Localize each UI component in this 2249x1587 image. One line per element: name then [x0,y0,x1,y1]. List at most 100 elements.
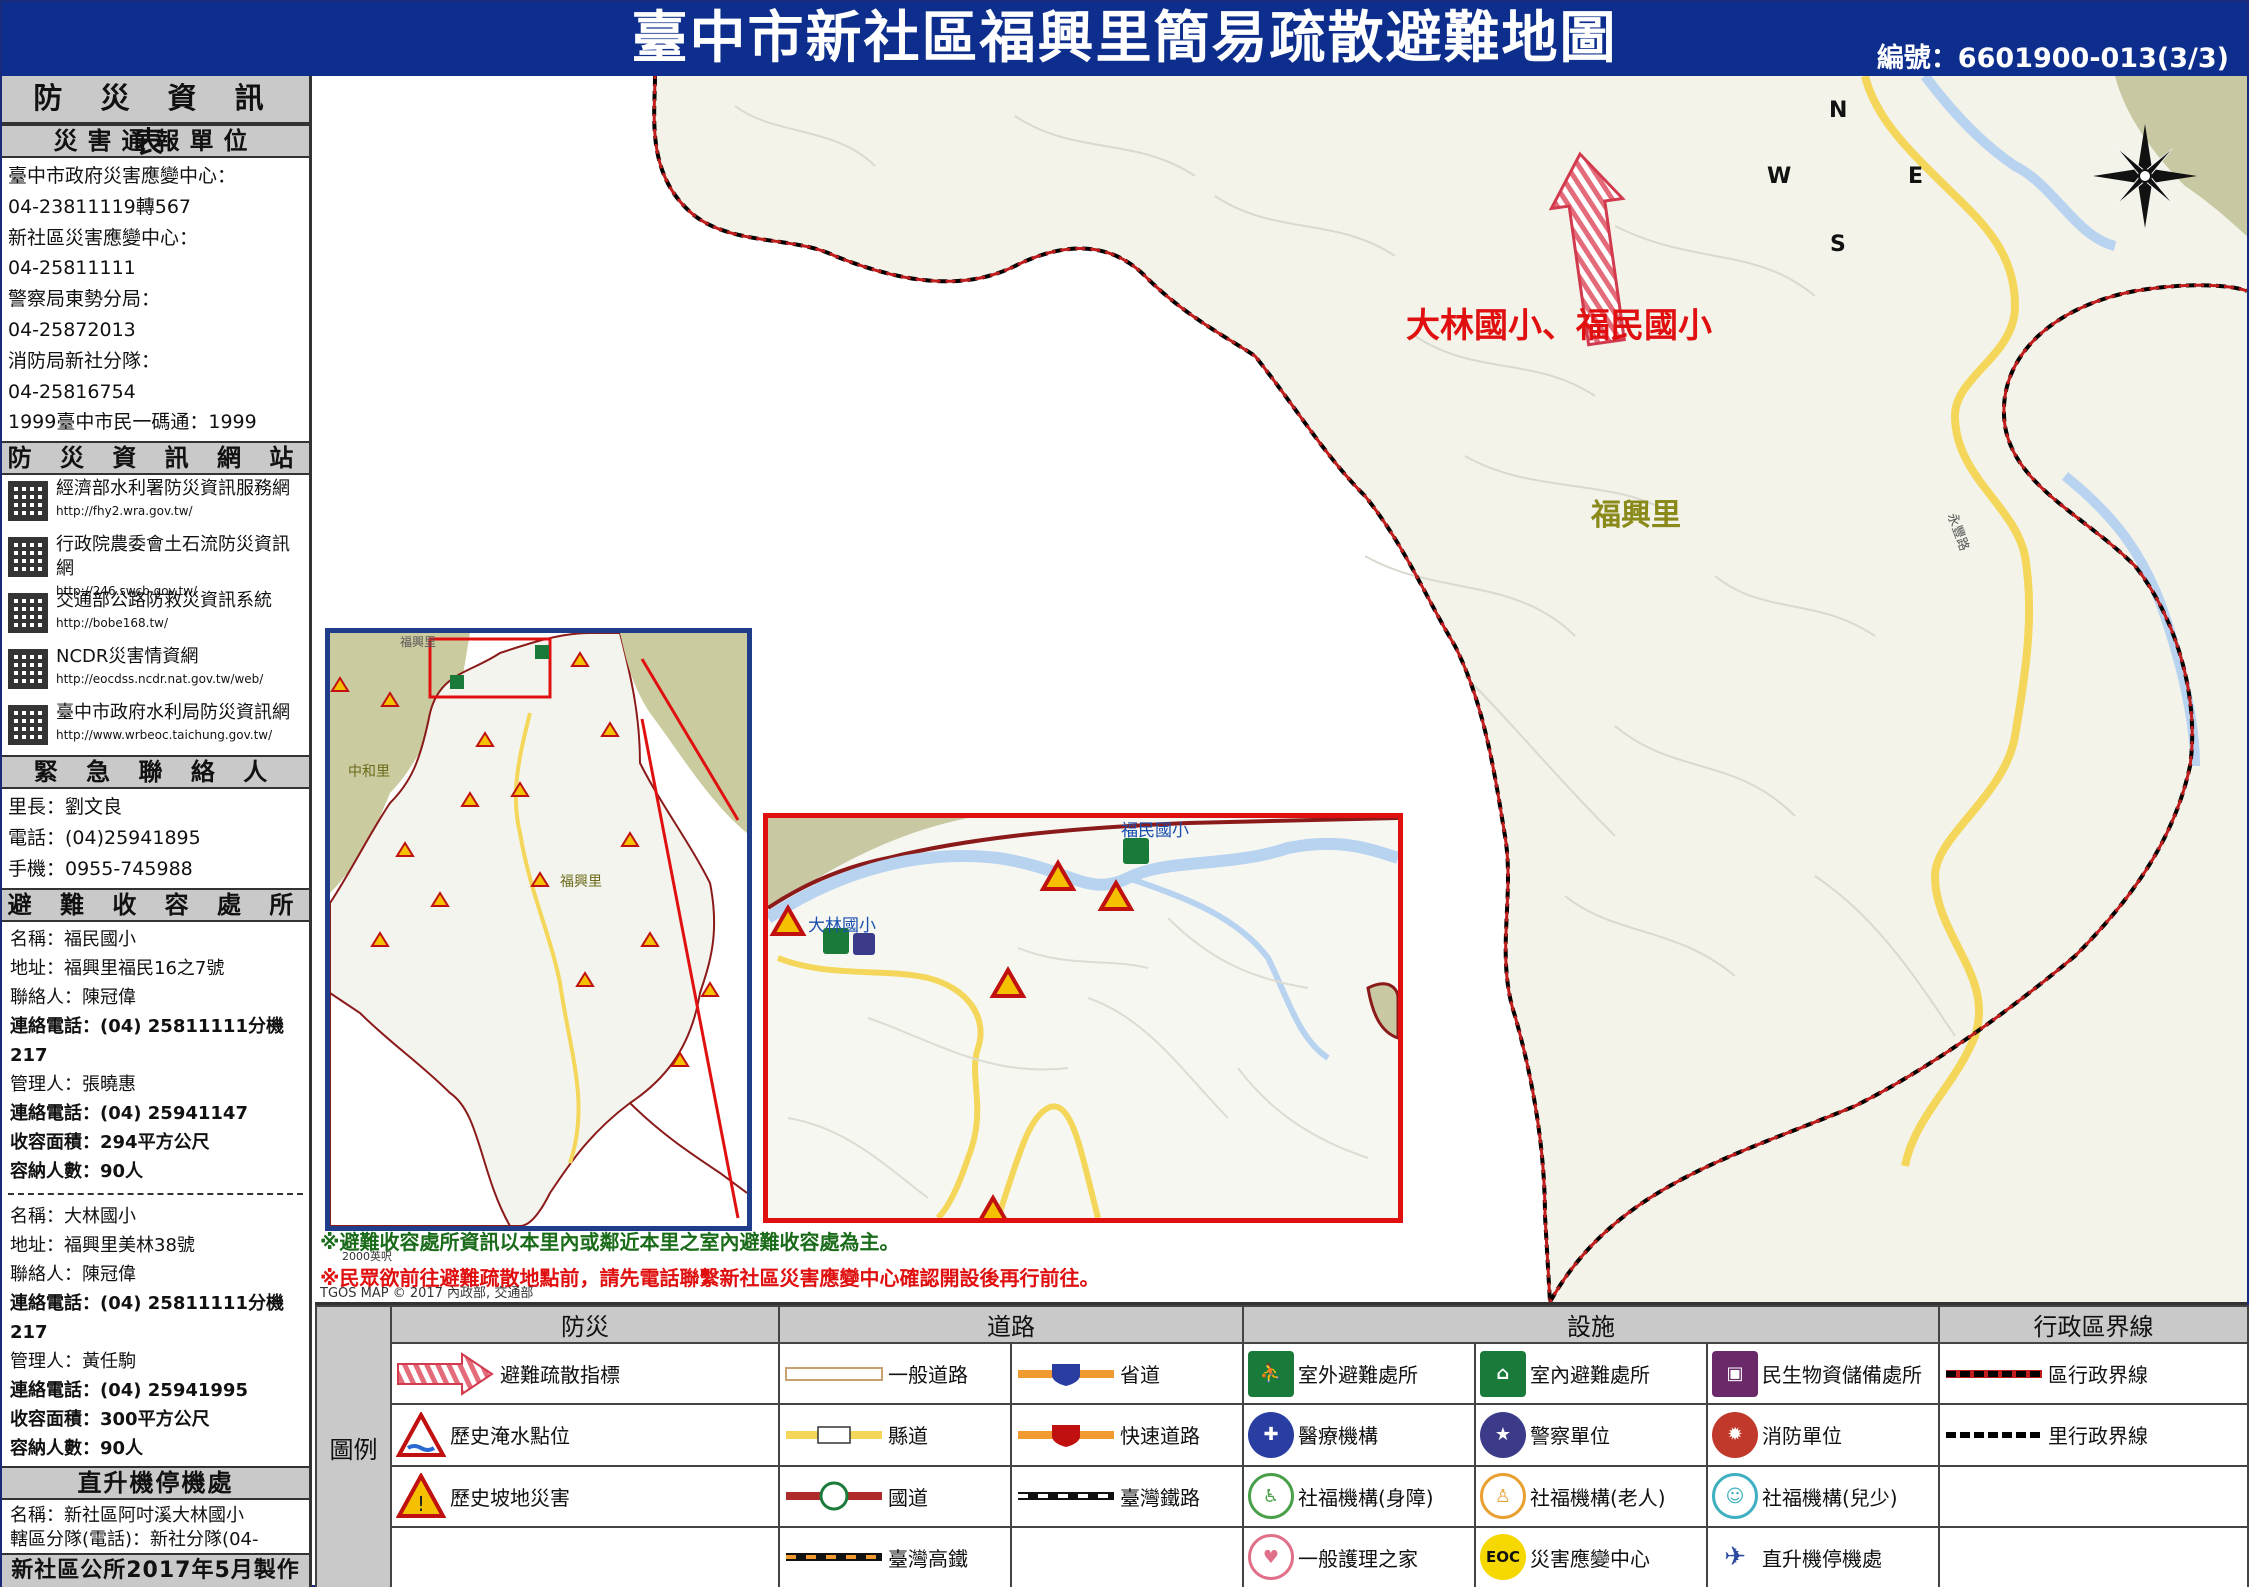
legend-helipad: ✈ 直升機停機處 [1712,1534,1934,1581]
legend-road-provincial: 省道 [1016,1359,1238,1388]
website-name: 交通部公路防救災資訊系統 [56,590,272,612]
zoom-dalin-label: 大林國小 [808,916,876,936]
landslide-icon [979,1193,1007,1218]
legend-hsr: 臺灣高鐵 [784,1543,1006,1572]
report-line: 消防局新社分隊： [8,349,161,372]
divider [8,1192,303,1195]
legend-evac-arrow: 避難疏散指標 [396,1351,774,1396]
legend-medical: ✚ 醫療機構 [1248,1411,1470,1458]
landslide-icon [1097,878,1135,911]
elderly-icon: ♙ [1480,1473,1526,1520]
zoom-fumin-label: 福民國小 [1121,821,1189,841]
village-label: 福興里 [1591,498,1681,533]
general-road-icon [785,1366,883,1381]
zoom-icons [769,838,1149,1218]
shelter-note: ※避難收容處所資訊以本里內或鄰近本里之室內避難收容處為主。 [320,1230,900,1254]
report-line: 04-25811111 [8,257,136,280]
website-item[interactable]: 行政院農委會土石流防災資訊網 http://246.swcb.gov.tw/ [2,531,309,598]
village-boundary-icon [1946,1431,2043,1438]
compass-south: S [1830,232,1846,257]
report-line: 04-25872013 [8,318,136,341]
legend-nursing-home: ♥ 一般護理之家 [1248,1534,1470,1581]
report-units-list: 臺中市政府災害應變中心： 04-23811119轉567 新社區災害應變中心： … [2,158,309,441]
website-item[interactable]: 經濟部水利署防災資訊服務網 http://fhy2.wra.gov.tw/ [2,475,309,531]
legend-road-general: 一般道路 [784,1359,1006,1388]
landslide-icon [769,903,807,936]
shelter-line: 連絡電話：(04) 25941995 [10,1379,248,1401]
inset-overview-map[interactable]: 福興里 中和里 福興里 [325,628,752,1231]
report-line: 04-23811119轉567 [8,195,192,218]
evacuation-arrow-icon [397,1351,494,1396]
indoor-shelter-icon: ⌂ [1480,1350,1526,1397]
website-item[interactable]: 交通部公路防救災資訊系統 http://bobe168.tw/ [2,587,309,643]
website-name: 經濟部水利署防災資訊服務網 [56,478,290,500]
website-item[interactable]: 臺中市政府水利局防災資訊網 http://www.wrbeoc.taichung.… [2,699,309,755]
map-sheet: 臺中市新社區福興里簡易疏散避難地圖 編號：6601900-013(3/3) 防 … [0,0,2249,1587]
report-line: 1999臺中市民一碼通：1999 [8,411,257,434]
shelter-line: 容納人數：90人 [10,1160,144,1182]
contact-line: 手機：0955-745988 [8,857,193,880]
legend-welfare-elderly: ♙ 社福機構(老人) [1480,1473,1702,1520]
legend-welfare-disabled: ♿ 社福機構(身障) [1248,1473,1470,1520]
railway-icon [1018,1492,1114,1501]
shelter-line: 地址：福興里福民16之7號 [10,957,225,979]
legend-header-roads: 道路 [778,1305,1244,1344]
website-url[interactable]: http://bobe168.tw/ [56,613,272,633]
helipad-line: 名稱：新社區阿吋溪大林國小 [10,1504,244,1526]
qr-code-icon [8,649,48,690]
shelter-line: 容納人數：90人 [10,1437,144,1459]
website-url[interactable]: http://fhy2.wra.gov.tw/ [56,501,290,521]
qr-code-icon [8,593,48,634]
legend-police: ★ 警察單位 [1480,1411,1702,1458]
emergency-contact-list: 里長：劉文良 電話：(04)25941895 手機：0955-745988 [2,789,309,887]
helipad-title: 直升機停機處 [2,1465,309,1500]
shelter-line: 名稱：福民國小 [10,928,136,950]
shelter-line: 名稱：大林國小 [10,1205,136,1227]
report-units-title: 災害通報單位 [2,124,309,158]
inset-village-north: 福興里 [400,635,437,649]
flood-point-icon [396,1411,446,1457]
nursing-home-icon: ♥ [1248,1534,1294,1581]
inset-graphics [330,633,747,1226]
website-url[interactable]: http://eocdss.ncdr.nat.gov.tw/web/ [56,669,263,689]
shelter-marker [535,645,549,659]
legend-road-national: 國道 [784,1481,1006,1511]
police-marker [853,933,875,955]
district-boundary-icon [1946,1369,2043,1378]
landslide-icon [989,965,1027,998]
inset-fuxing-label: 福興里 [560,874,602,890]
website-name: NCDR災害情資網 [56,646,199,668]
website-name: 行政院農委會土石流防災資訊網 [56,534,290,580]
report-line: 臺中市政府災害應變中心： [8,165,237,187]
legend-district-boundary: 區行政界線 [1944,1359,2243,1388]
landslide-icon: ! [396,1473,446,1519]
fire-station-icon: ✹ [1712,1411,1758,1458]
wheelchair-icon: ♿ [1248,1473,1294,1520]
title-bar: 臺中市新社區福興里簡易疏散避難地圖 編號：6601900-013(3/3) [2,2,2247,76]
compass-east: E [1908,164,1924,189]
disaster-info-panel: 防 災 資 訊 表 災害通報單位 臺中市政府災害應變中心： 04-2381111… [2,76,312,1587]
report-line: 新社區災害應變中心： [8,226,199,249]
shelter-line: 連絡電話：(04) 25941147 [10,1102,248,1124]
website-url[interactable]: http://www.wrbeoc.taichung.gov.tw/ [56,725,290,745]
legend-header-facilities: 設施 [1241,1305,1941,1344]
shelter-line: 收容面積：300平方公尺 [10,1408,210,1430]
shelter-line: 管理人：張曉惠 [10,1073,136,1095]
legend-title: 圖例 [315,1305,392,1587]
inset-zhonghe-label: 中和里 [348,764,390,780]
website-item[interactable]: NCDR災害情資網 http://eocdss.ncdr.nat.gov.tw/w… [2,643,309,699]
shelter-fumin: 名稱：福民國小 地址：福興里福民16之7號 聯絡人：陳冠偉 連絡電話：(04) … [2,922,309,1189]
compass-west: W [1767,164,1792,189]
shelter-title: 避 難 收 容 處 所 [2,887,309,922]
inset-zoom-map[interactable]: 福民國小 大林國小 [763,813,1403,1223]
qr-code-icon [8,537,48,578]
map-canvas[interactable]: ! ! N S W E 大林國小、福民國小 福興里 永豐路 [315,76,2247,1302]
legend-rail: 臺灣鐵路 [1016,1482,1238,1511]
website-name: 臺中市政府水利局防災資訊網 [56,702,290,724]
children-icon: ☺ [1712,1473,1758,1520]
supply-storage-icon: ▣ [1712,1350,1758,1397]
contact-line: 里長：劉文良 [8,796,123,819]
legend-landslide: ! 歷史坡地災害 [396,1473,774,1519]
legend-indoor-shelter: ⌂ 室內避難處所 [1480,1350,1702,1397]
legend-road-county: 縣道 [784,1420,1006,1449]
